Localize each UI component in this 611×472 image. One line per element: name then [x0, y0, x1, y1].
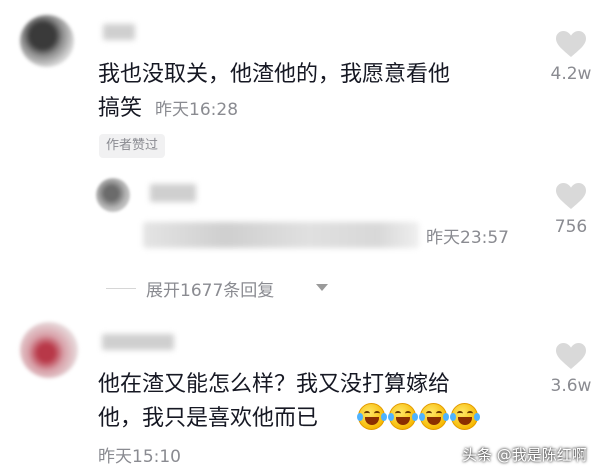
comment-text-line: 我也没取关，他渣他的，我愿意看他	[98, 62, 451, 87]
username[interactable]	[102, 334, 174, 350]
heart-icon	[556, 343, 586, 369]
comment-time: 昨天16:28	[155, 100, 239, 120]
chevron-down-icon[interactable]	[316, 284, 328, 291]
rolling-laughing-emoji-icon	[450, 403, 480, 430]
like-button[interactable]	[555, 182, 587, 210]
comment-text: 我也没取关，他渣他的，我愿意看他 搞笑 昨天16:28	[98, 58, 450, 127]
like-count: 4.2w	[550, 64, 592, 84]
comment-text-line: 他在渣又能怎么样？我又没打算嫁给	[98, 372, 451, 397]
avatar[interactable]	[20, 15, 74, 67]
like-count: 756	[554, 217, 588, 237]
avatar[interactable]	[96, 178, 130, 212]
rolling-laughing-emoji-icon	[419, 403, 449, 430]
avatar[interactable]	[20, 322, 78, 378]
comment-text-line: 他，我只是喜欢他而已	[98, 406, 319, 431]
comment-text-line: 搞笑	[98, 96, 143, 121]
watermark: 头条 @我是陈红啊	[462, 446, 587, 464]
username[interactable]	[150, 184, 196, 202]
rolling-laughing-emoji-icon	[357, 403, 387, 430]
like-button[interactable]	[555, 30, 587, 58]
like-button[interactable]	[555, 342, 587, 370]
divider	[106, 288, 136, 289]
username[interactable]	[103, 24, 135, 40]
rolling-laughing-emoji-icon	[388, 403, 418, 430]
heart-icon	[556, 31, 586, 57]
like-count: 3.6w	[550, 376, 592, 396]
heart-icon	[556, 183, 586, 209]
expand-replies-button[interactable]: 展开1677条回复	[146, 276, 274, 301]
author-liked-badge: 作者赞过	[99, 134, 166, 158]
comment-time: 昨天15:10	[98, 447, 181, 467]
reply-time: 昨天23:57	[426, 228, 509, 248]
reply-text-blurred	[143, 222, 419, 248]
